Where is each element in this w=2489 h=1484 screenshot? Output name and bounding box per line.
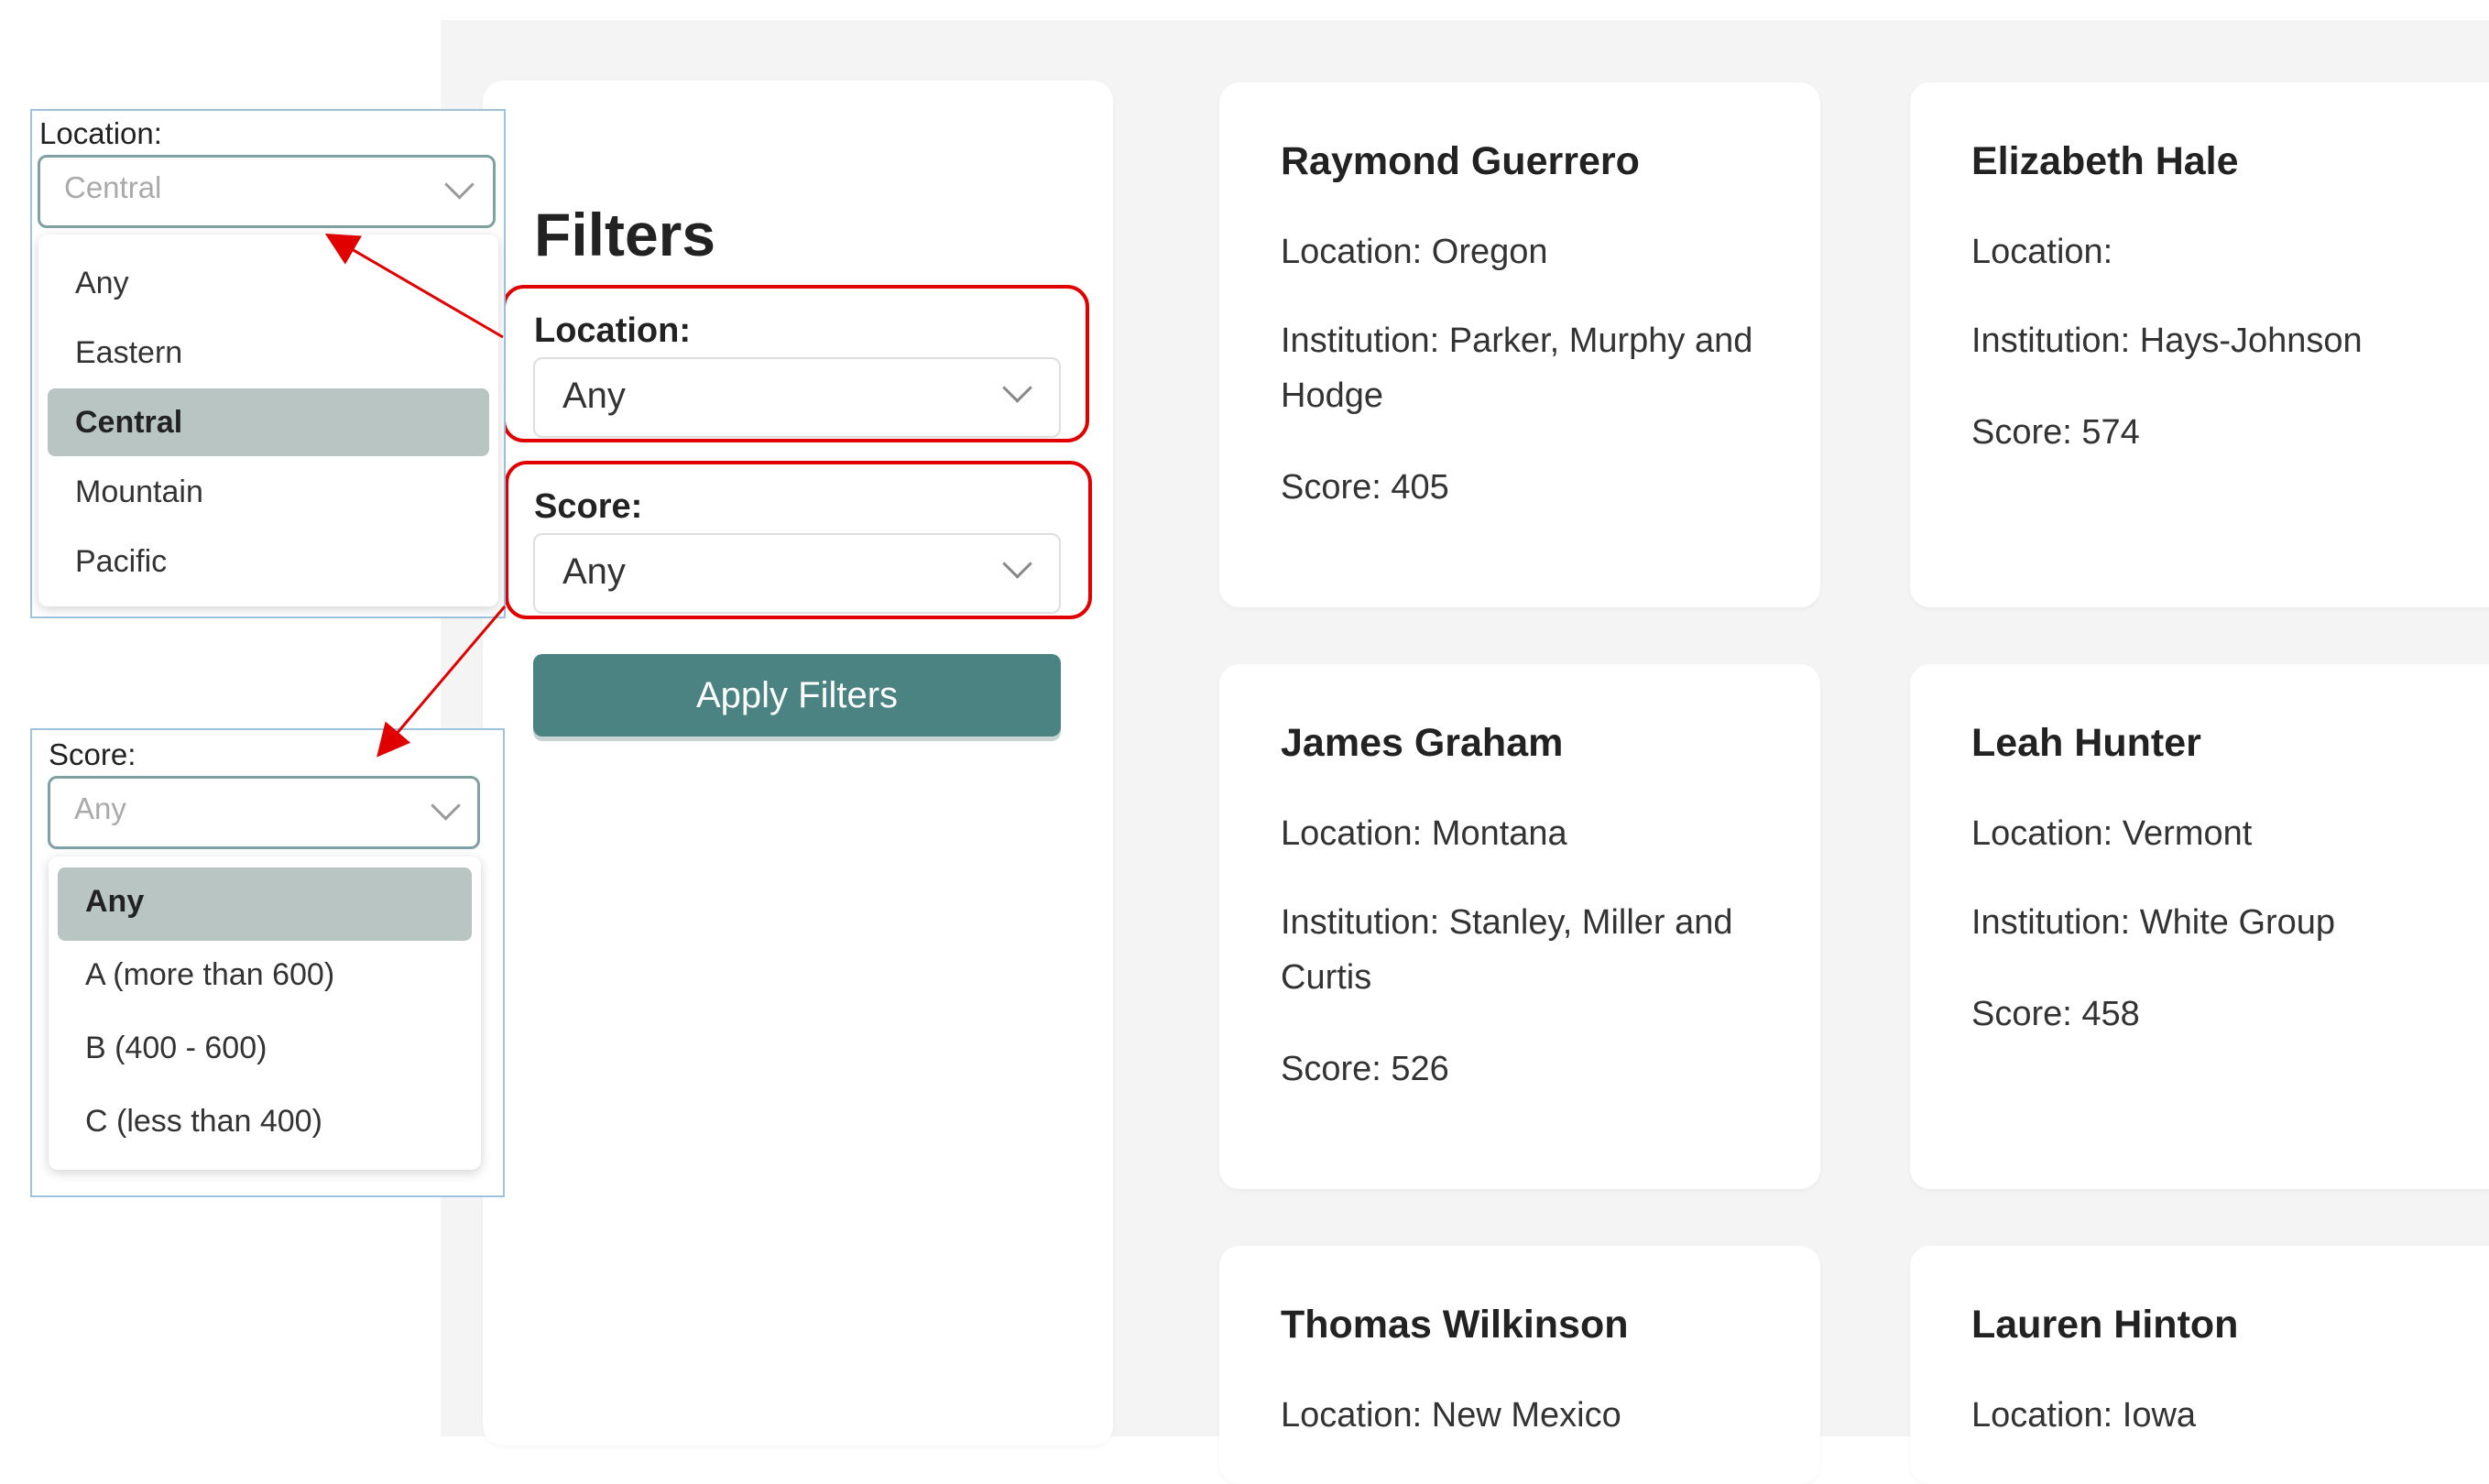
annotation-arrows — [324, 233, 507, 758]
arrow-to-location-callout — [324, 233, 504, 339]
arrow-to-score-callout — [377, 606, 507, 758]
